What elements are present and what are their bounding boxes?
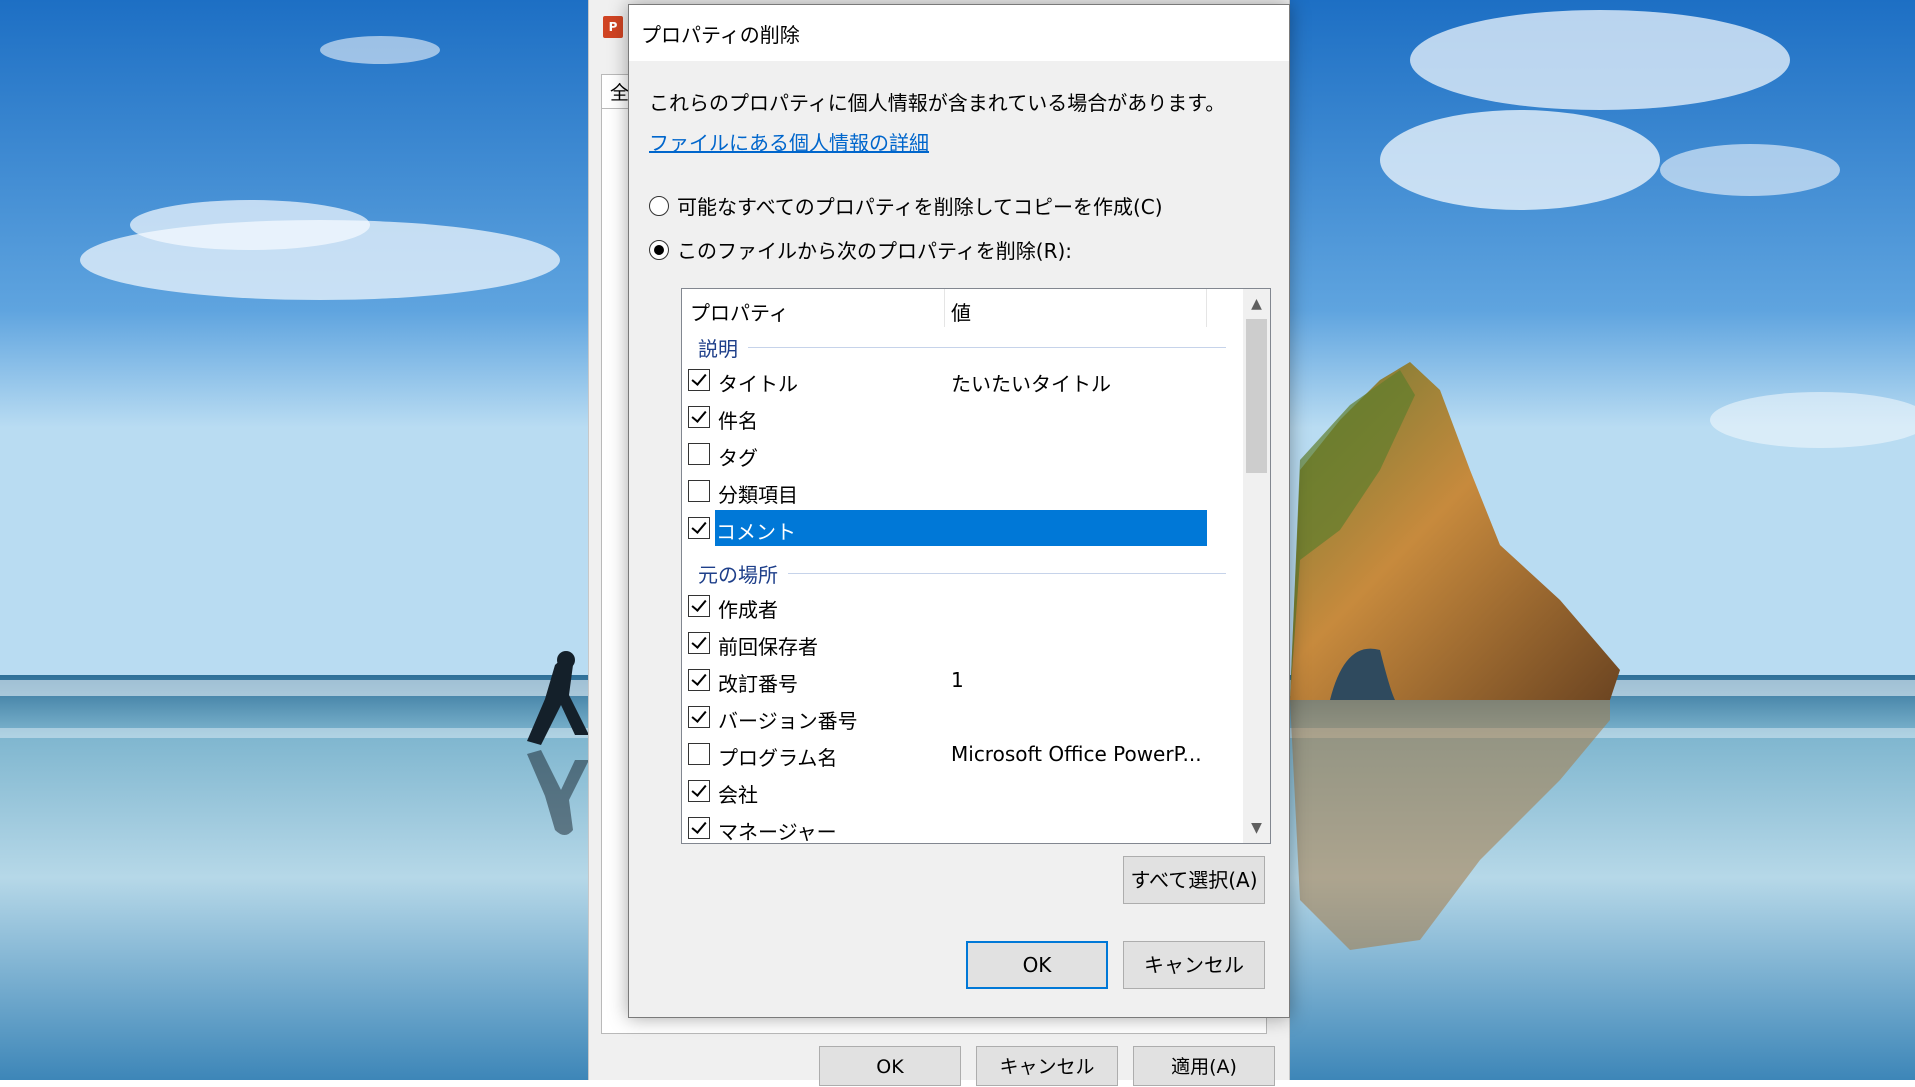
list-item[interactable]: 会社 — [682, 773, 1207, 809]
personal-info-details-link[interactable]: ファイルにある個人情報の詳細 — [649, 127, 929, 156]
radio-remove-from-file-circle[interactable] — [649, 239, 669, 260]
column-separator[interactable] — [944, 289, 945, 327]
list-item[interactable]: バージョン番号 — [682, 699, 1207, 735]
list-item-label: プログラム名 — [718, 746, 838, 770]
list-item-checkbox[interactable] — [688, 632, 710, 654]
list-item-label: 前回保存者 — [718, 635, 818, 659]
list-item[interactable]: 件名 — [682, 399, 1207, 435]
remove-properties-dialog: プロパティの削除 これらのプロパティに個人情報が含まれている場合があります。 フ… — [628, 4, 1290, 1018]
scroll-down-icon[interactable]: ▼ — [1243, 813, 1270, 843]
list-item-value: たいたいタイトル — [951, 372, 1111, 396]
radio-remove-from-file[interactable]: このファイルから次のプロパティを削除(R): — [649, 235, 1072, 264]
select-all-button[interactable]: すべて選択(A) — [1123, 856, 1265, 904]
list-item-checkbox[interactable] — [688, 595, 710, 617]
list-item-label: 作成者 — [718, 598, 778, 622]
list-item[interactable]: プログラム名 Microsoft Office PowerP... — [682, 736, 1207, 772]
list-item-selected[interactable]: コメント — [682, 510, 1207, 546]
list-item[interactable]: マネージャー — [682, 810, 1207, 844]
ok-button[interactable]: OK — [966, 941, 1108, 989]
list-item-checkbox[interactable] — [688, 406, 710, 428]
list-item-label: 改訂番号 — [718, 672, 798, 696]
list-item-checkbox[interactable] — [688, 743, 710, 765]
list-header: プロパティ 値 — [682, 289, 1207, 327]
vertical-scrollbar[interactable]: ▲ ▼ — [1243, 289, 1270, 843]
list-item-label: バージョン番号 — [718, 709, 858, 733]
group-header-description: 説明 — [698, 333, 1226, 361]
list-item[interactable]: 前回保存者 — [682, 625, 1207, 661]
group-divider — [788, 572, 1226, 574]
list-item-checkbox[interactable] — [688, 369, 710, 391]
cancel-button[interactable]: キャンセル — [1123, 941, 1265, 989]
parent-cancel-button[interactable]: キャンセル — [976, 1046, 1118, 1086]
list-item-checkbox[interactable] — [688, 517, 710, 539]
group-divider — [748, 346, 1226, 348]
column-header-property[interactable]: プロパティ — [690, 297, 789, 326]
scroll-up-icon[interactable]: ▲ — [1243, 289, 1270, 319]
group-header-origin: 元の場所 — [698, 559, 1226, 587]
list-item[interactable]: タグ — [682, 436, 1207, 472]
list-item-value: 1 — [951, 668, 964, 692]
list-item-checkbox[interactable] — [688, 706, 710, 728]
property-list[interactable]: プロパティ 値 説明 タイトル たいたいタイトル 件名 タグ 分類項目 コメント… — [681, 288, 1271, 844]
parent-ok-button[interactable]: OK — [819, 1046, 961, 1086]
radio-remove-from-file-label: このファイルから次のプロパティを削除(R): — [677, 239, 1073, 263]
dialog-titlebar[interactable]: プロパティの削除 — [629, 5, 1289, 61]
column-separator[interactable] — [1206, 289, 1207, 327]
list-item[interactable]: タイトル たいたいタイトル — [682, 362, 1207, 398]
powerpoint-app-icon: P — [603, 16, 623, 38]
list-item-label: マネージャー — [718, 820, 837, 844]
dialog-title: プロパティの削除 — [641, 23, 800, 47]
radio-create-copy-circle[interactable] — [649, 195, 669, 216]
list-item-checkbox[interactable] — [688, 669, 710, 691]
list-item-value: Microsoft Office PowerP... — [951, 742, 1202, 766]
parent-apply-button[interactable]: 適用(A) — [1133, 1046, 1275, 1086]
list-item-label: タイトル — [718, 372, 798, 396]
list-item-label: タグ — [718, 446, 758, 470]
group-header-label: 元の場所 — [698, 562, 778, 587]
list-item-label: コメント — [716, 520, 796, 544]
intro-text: これらのプロパティに個人情報が含まれている場合があります。 — [649, 91, 1226, 115]
radio-create-copy-label: 可能なすべてのプロパティを削除してコピーを作成(C) — [677, 195, 1163, 219]
column-header-value[interactable]: 値 — [951, 297, 971, 326]
list-item-checkbox[interactable] — [688, 817, 710, 839]
list-item-label: 分類項目 — [718, 483, 798, 507]
list-item[interactable]: 改訂番号 1 — [682, 662, 1207, 698]
list-item[interactable]: 作成者 — [682, 588, 1207, 624]
group-header-label: 説明 — [698, 336, 738, 361]
list-item-checkbox[interactable] — [688, 480, 710, 502]
list-item[interactable]: 分類項目 — [682, 473, 1207, 509]
radio-create-copy[interactable]: 可能なすべてのプロパティを削除してコピーを作成(C) — [649, 191, 1163, 220]
list-item-checkbox[interactable] — [688, 443, 710, 465]
list-item-label: 件名 — [718, 409, 758, 433]
scroll-thumb[interactable] — [1246, 319, 1267, 473]
list-item-checkbox[interactable] — [688, 780, 710, 802]
list-item-label: 会社 — [718, 783, 758, 807]
